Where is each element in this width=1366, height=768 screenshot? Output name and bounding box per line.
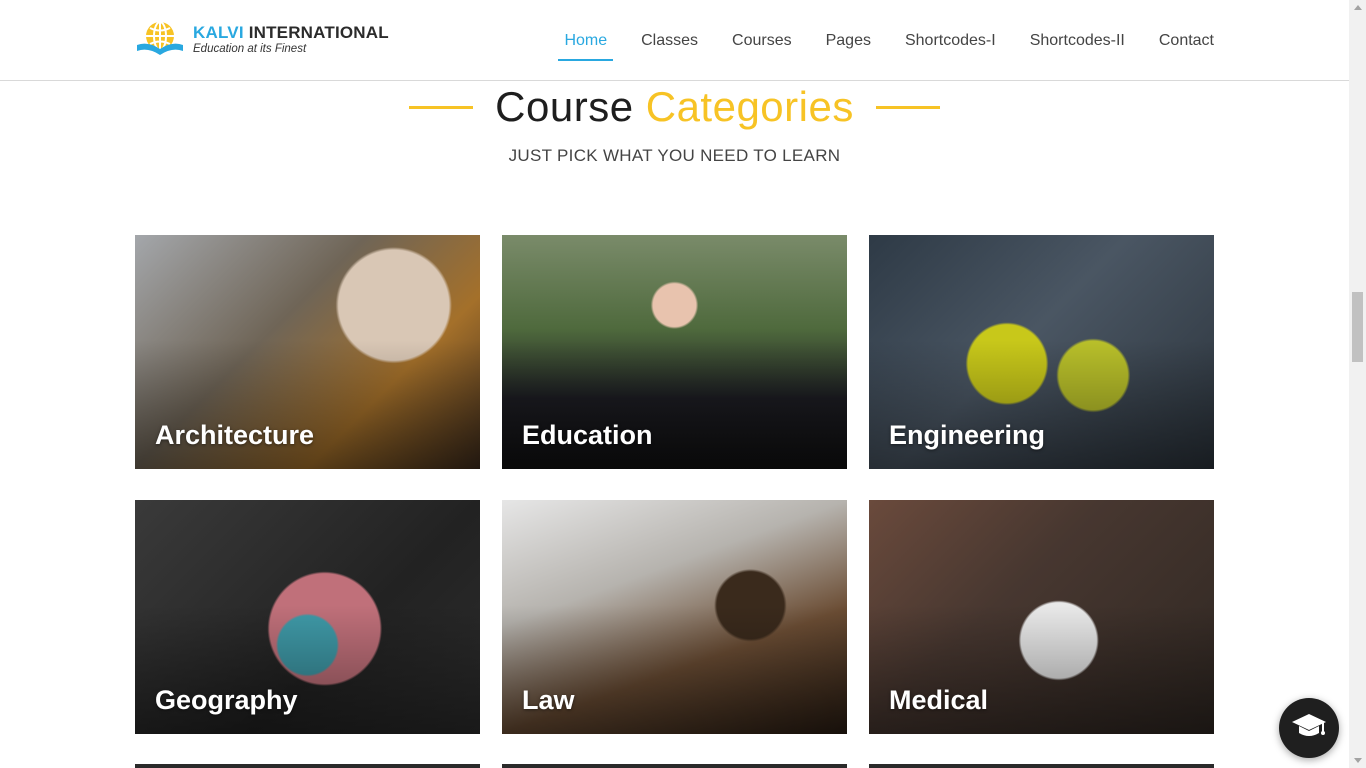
nav-shortcodes-2[interactable]: Shortcodes-II xyxy=(1030,24,1125,58)
category-card-next-row[interactable] xyxy=(135,764,480,768)
brand-name: KALVI INTERNATIONAL xyxy=(193,23,389,42)
section-subtitle: JUST PICK WHAT YOU NEED TO LEARN xyxy=(508,146,841,165)
nav-home[interactable]: Home xyxy=(558,24,613,61)
course-categories-heading: Course Categories JUST PICK WHAT YOU NEE… xyxy=(0,82,1349,166)
category-card-next-row[interactable] xyxy=(869,764,1214,768)
scrollbar-thumb[interactable] xyxy=(1352,292,1363,362)
category-card-education[interactable]: Education xyxy=(502,235,847,469)
site-logo[interactable]: KALVI INTERNATIONAL Education at its Fin… xyxy=(135,19,389,61)
category-card-engineering[interactable]: Engineering xyxy=(869,235,1214,469)
title-divider-right xyxy=(875,105,940,109)
site-header: KALVI INTERNATIONAL Education at its Fin… xyxy=(0,0,1349,81)
brand-tagline: Education at its Finest xyxy=(193,43,307,55)
category-card-architecture[interactable]: Architecture xyxy=(135,235,480,469)
section-title: Course Categories xyxy=(495,83,854,130)
page-scrollbar[interactable] xyxy=(1349,0,1366,768)
scroll-up-icon[interactable] xyxy=(1354,5,1362,10)
main-nav: Home Classes Courses Pages Shortcodes-I … xyxy=(530,0,1214,81)
category-card-medical[interactable]: Medical xyxy=(869,500,1214,734)
nav-pages[interactable]: Pages xyxy=(826,24,871,58)
nav-shortcodes-1[interactable]: Shortcodes-I xyxy=(905,24,996,58)
scroll-down-icon[interactable] xyxy=(1354,758,1362,763)
nav-courses[interactable]: Courses xyxy=(732,24,792,58)
category-label: Law xyxy=(522,685,575,715)
category-card-geography[interactable]: Geography xyxy=(135,500,480,734)
title-divider-left xyxy=(409,105,474,109)
category-label: Geography xyxy=(155,685,298,715)
category-label: Medical xyxy=(889,685,989,715)
category-card-law[interactable]: Law xyxy=(502,500,847,734)
category-card-next-row[interactable] xyxy=(502,764,847,768)
category-label: Architecture xyxy=(155,420,315,450)
nav-contact[interactable]: Contact xyxy=(1159,24,1214,58)
globe-book-icon xyxy=(135,19,185,61)
floating-graduation-button[interactable] xyxy=(1279,698,1339,758)
nav-classes[interactable]: Classes xyxy=(641,24,698,58)
graduation-cap-icon xyxy=(1291,711,1327,746)
category-label: Education xyxy=(522,420,653,450)
category-label: Engineering xyxy=(889,420,1046,450)
